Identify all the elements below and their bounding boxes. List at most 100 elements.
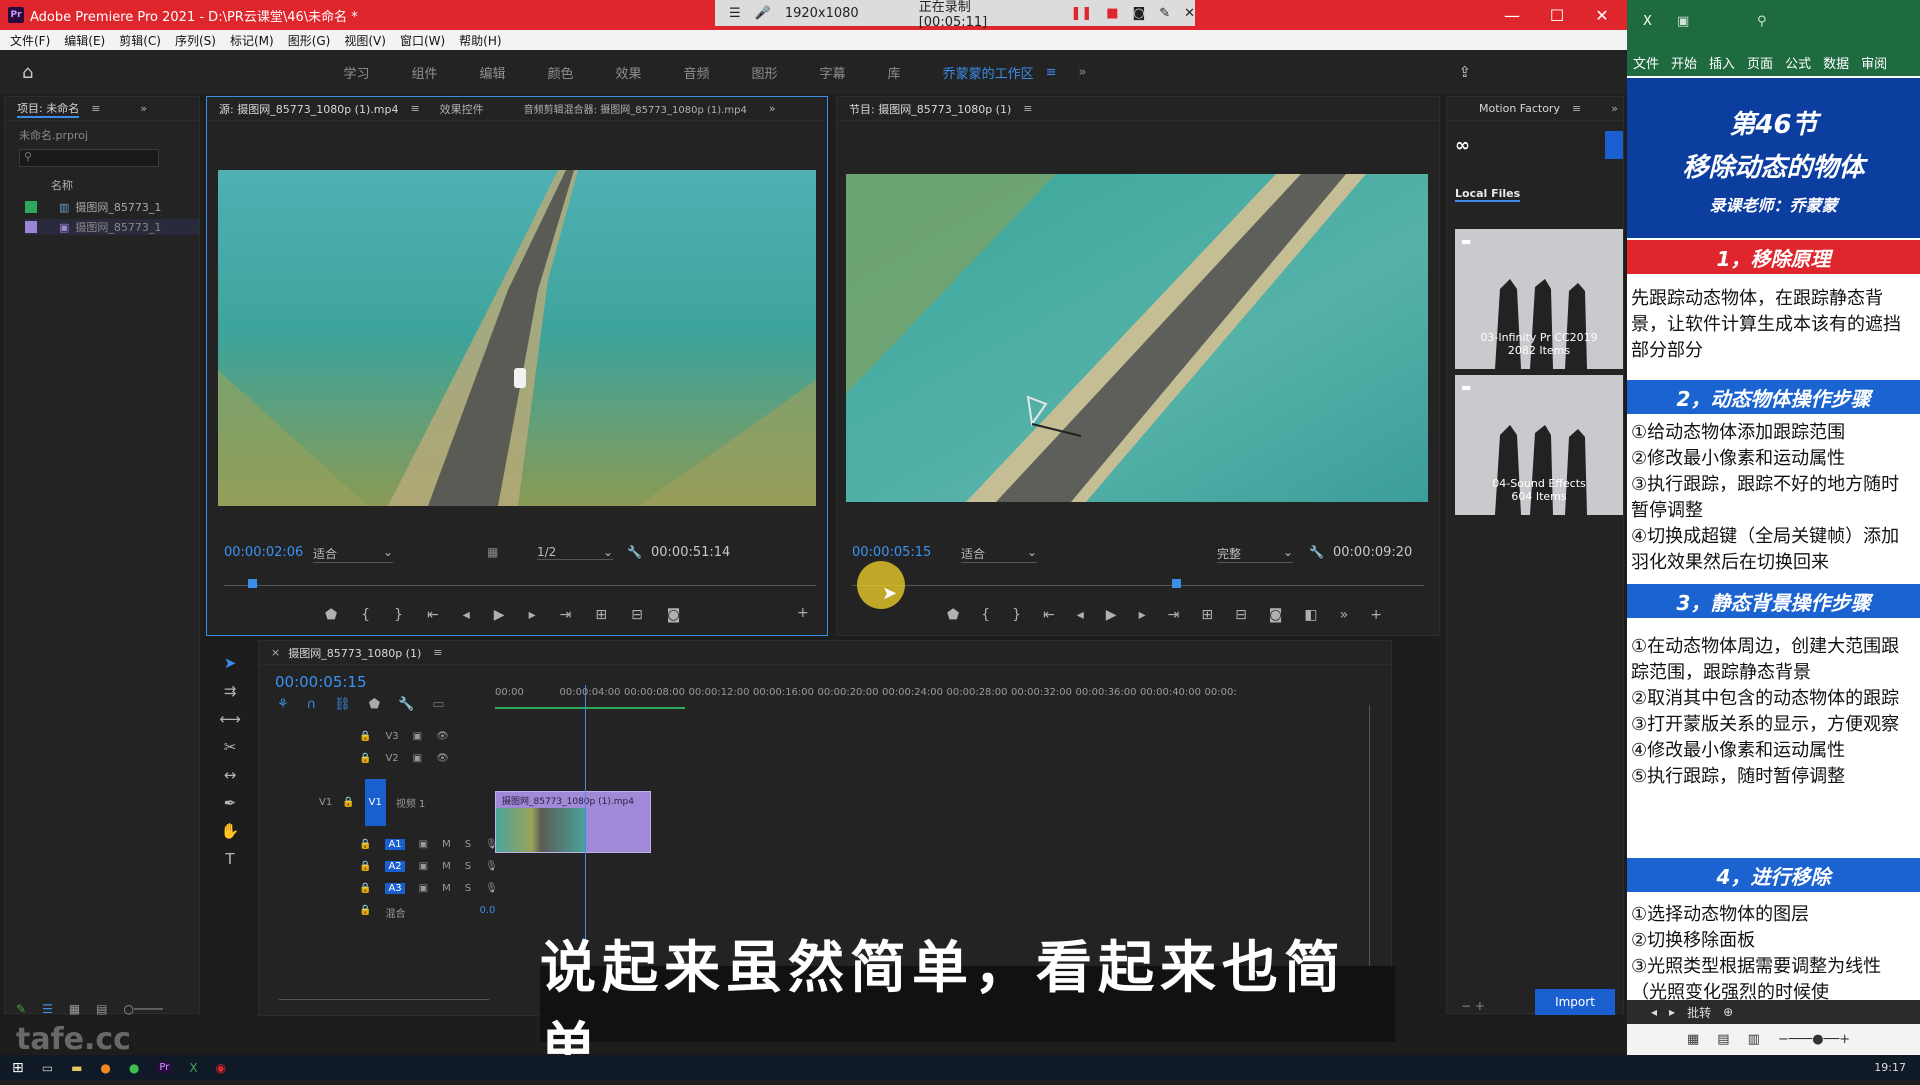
lock-icon[interactable]: 🔒 [359, 839, 371, 850]
insert-button[interactable]: ⊞ [595, 607, 607, 623]
go-to-in-button[interactable]: ⇤ [427, 607, 439, 623]
workspace-color[interactable]: 颜色 [547, 63, 573, 82]
program-video-frame[interactable] [846, 174, 1428, 502]
film-icon[interactable]: ▣ [413, 753, 422, 764]
film-icon[interactable]: ▣ [419, 861, 428, 872]
button-editor-icon[interactable]: + [797, 605, 809, 621]
step-back-button[interactable]: ◂ [1077, 607, 1084, 623]
zoom-slider[interactable]: ○──── [124, 1002, 163, 1016]
lock-icon[interactable]: 🔒 [342, 797, 354, 808]
project-item[interactable]: ▣ 摄图网_85773_1 [25, 219, 199, 235]
linked-selection-icon[interactable]: ⛓ [334, 697, 351, 712]
solo-button[interactable]: S [465, 883, 471, 894]
play-button[interactable]: ▶ [1106, 607, 1117, 623]
track-label[interactable]: A2 [385, 861, 405, 872]
film-icon[interactable]: ▣ [419, 883, 428, 894]
panel-expand-icon[interactable]: » [1611, 102, 1618, 115]
overwrite-button[interactable]: ⊟ [631, 607, 643, 623]
add-sheet-icon[interactable]: ⊕ [1723, 1005, 1733, 1019]
mark-in-button[interactable]: { [981, 607, 990, 623]
hand-tool-icon[interactable]: ✋ [221, 822, 240, 840]
minimize-button[interactable]: — [1490, 0, 1534, 30]
film-icon[interactable]: ▣ [413, 731, 422, 742]
extract-button[interactable]: ⊟ [1235, 607, 1247, 623]
selection-tool-icon[interactable]: ➤ [224, 654, 237, 672]
timeline-timecode[interactable]: 00:00:05:15 [275, 673, 367, 691]
excel-tab-data[interactable]: 数据 [1823, 53, 1849, 72]
workspace-graphics[interactable]: 图形 [752, 63, 778, 82]
stop-icon[interactable]: ■ [1106, 6, 1118, 21]
panel-expand-icon[interactable]: » [769, 102, 776, 115]
task-view-icon[interactable]: ▭ [42, 1061, 53, 1075]
time-ruler[interactable]: 00:00 00:00:04:00 00:00:08:00 00:00:12:00 00… [495, 685, 1355, 709]
lock-icon[interactable]: 🔒 [359, 753, 371, 764]
lock-icon[interactable]: 🔒 [359, 905, 371, 920]
sheet-tab[interactable]: 批转 [1687, 1004, 1711, 1021]
pause-icon[interactable]: ❚❚ [1070, 6, 1092, 21]
panel-menu-icon[interactable]: ≡ [410, 102, 419, 115]
source-resolution-select[interactable]: 1/2 ⌄ [537, 545, 613, 560]
eye-icon[interactable]: 👁 [436, 753, 449, 764]
mark-out-button[interactable]: } [1012, 607, 1021, 623]
track-label[interactable]: A3 [385, 883, 405, 894]
lift-button[interactable]: ⊞ [1201, 607, 1213, 623]
panel-expand-icon[interactable]: » [140, 102, 147, 115]
close-tab-icon[interactable]: × [271, 646, 280, 659]
pen-tool-icon[interactable]: ✒ [224, 794, 237, 812]
captions-icon[interactable]: ▭ [432, 697, 444, 712]
recorder-taskbar-icon[interactable]: ◉ [216, 1061, 226, 1075]
freeform-view-icon[interactable]: ▤ [96, 1002, 107, 1016]
lock-icon[interactable]: 🔒 [359, 861, 371, 872]
excel-tab-home[interactable]: 开始 [1671, 53, 1697, 72]
mute-button[interactable]: M [442, 839, 451, 850]
audio-clip-mixer-tab[interactable]: 音频剪辑混合器: 摄图网_85773_1080p (1).mp4 [524, 101, 747, 116]
source-timecode[interactable]: 00:00:02:06 [224, 545, 303, 560]
mix-value[interactable]: 0.0 [479, 905, 495, 920]
add-marker-button[interactable]: ⬟ [947, 607, 959, 623]
mute-button[interactable]: M [442, 861, 451, 872]
film-icon[interactable]: ▣ [419, 839, 428, 850]
program-tab[interactable]: 节目: 摄图网_85773_1080p (1) [849, 101, 1011, 117]
nest-sequence-icon[interactable]: ⚘ [277, 697, 289, 712]
wrench-icon[interactable]: 🔧 [627, 545, 642, 559]
source-zoom-select[interactable]: 适合 ⌄ [313, 545, 393, 563]
go-to-in-button[interactable]: ⇤ [1043, 607, 1055, 623]
solo-button[interactable]: S [465, 839, 471, 850]
mark-out-button[interactable]: } [394, 607, 403, 623]
source-video-frame[interactable] [218, 170, 816, 506]
menu-item-help[interactable]: 帮助(H) [459, 32, 501, 49]
workspace-libraries[interactable]: 库 [888, 63, 901, 82]
project-search-input[interactable]: ⚲ [19, 149, 159, 167]
workspace-editing[interactable]: 编辑 [479, 63, 505, 82]
step-forward-button[interactable]: ▸ [1139, 607, 1146, 623]
panel-menu-icon[interactable]: ≡ [1023, 102, 1032, 115]
zoom-slider[interactable]: −───●──+ [1778, 1032, 1850, 1047]
workspace-effects[interactable]: 效果 [616, 63, 642, 82]
motion-factory-tab[interactable]: Motion Factory [1479, 102, 1560, 115]
workspace-menu-icon[interactable]: ≡ [1046, 65, 1057, 80]
more-controls-icon[interactable]: » [1340, 607, 1349, 623]
folder-card[interactable]: ▬ 04-Sound Effects 604 Items [1455, 375, 1623, 515]
file-explorer-icon[interactable]: ▬ [71, 1061, 82, 1075]
play-button[interactable]: ▶ [494, 607, 505, 623]
comparison-view-button[interactable]: ◧ [1304, 607, 1317, 623]
timeline-settings-icon[interactable]: 🔧 [398, 697, 414, 712]
page-layout-icon[interactable]: ▤ [1717, 1032, 1729, 1047]
home-icon[interactable]: ⌂ [22, 62, 33, 83]
step-forward-button[interactable]: ▸ [529, 607, 536, 623]
razor-tool-icon[interactable]: ✂ [224, 738, 237, 756]
lock-icon[interactable]: 🔒 [359, 883, 371, 894]
program-scrubber[interactable] [852, 579, 1424, 593]
panel-menu-icon[interactable]: ≡ [433, 646, 442, 659]
wrench-icon[interactable]: 🔧 [1309, 545, 1324, 559]
close-icon[interactable]: ✕ [1184, 6, 1195, 21]
ripple-edit-tool-icon[interactable]: ⟷ [219, 710, 241, 728]
import-button[interactable]: Import [1535, 989, 1615, 1015]
window-close-button[interactable]: ✕ [1580, 0, 1624, 30]
workspace-assembly[interactable]: 组件 [411, 63, 437, 82]
menu-item-edit[interactable]: 编辑(E) [64, 32, 105, 49]
video-clip[interactable]: 摄图网_85773_1080p (1).mp4 [495, 791, 651, 853]
go-to-out-button[interactable]: ⇥ [1168, 607, 1180, 623]
menu-item-window[interactable]: 窗口(W) [400, 32, 445, 49]
sequence-tab[interactable]: 摄图网_85773_1080p (1) [288, 645, 421, 661]
